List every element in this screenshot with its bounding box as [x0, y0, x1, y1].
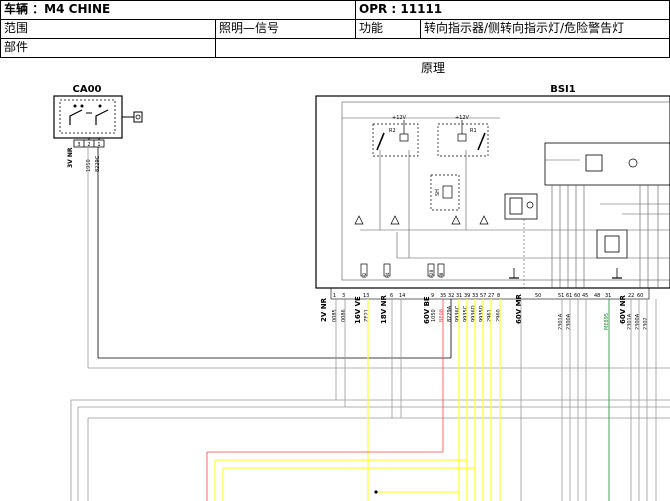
- pin-label: 39: [464, 293, 470, 299]
- wire-label: 2301A: [558, 313, 564, 330]
- ca00-pin: 3: [77, 142, 80, 148]
- connector-name: 2V NR: [320, 297, 328, 322]
- wire-label: 2300A: [635, 313, 641, 330]
- key-icon: [122, 111, 143, 123]
- bsi1-label: BSI1: [550, 84, 576, 95]
- pin-label: 8: [497, 293, 500, 299]
- wire-label: 8229A: [447, 305, 453, 322]
- pin-label: 48: [594, 293, 600, 299]
- pin-label: 31: [605, 293, 611, 299]
- wire-label: 2302: [643, 317, 649, 330]
- pin-label: 51: [558, 293, 564, 299]
- wire-label: 2961: [487, 309, 493, 322]
- fuse-sh-label: SH: [435, 189, 441, 196]
- wire-label: 0085: [332, 309, 338, 322]
- pin-label: 60: [574, 293, 580, 299]
- wire-label: BE08: [439, 309, 445, 322]
- pin-label: 57: [480, 293, 486, 299]
- wire-label: 9935C: [463, 305, 469, 322]
- wire-label: 2301A: [627, 313, 633, 330]
- pin-label: 14: [399, 293, 405, 299]
- pin-label: 6: [390, 293, 393, 299]
- fuse-f28-label: F28: [429, 270, 435, 278]
- pin-label: 1: [333, 293, 336, 299]
- pin-label: 3: [342, 293, 345, 299]
- wire-label: ZE21: [364, 309, 370, 322]
- connector-name: 60V BE: [423, 296, 431, 324]
- pin-label: 13: [363, 293, 369, 299]
- wire-label: 2300A: [566, 313, 572, 330]
- fuse-f8-label: F8: [439, 272, 445, 278]
- wire-label: 0086: [341, 309, 347, 322]
- ca00-wire-label: 1950: [86, 159, 92, 172]
- ca00-switch: 3 2 1: [53, 95, 143, 148]
- ca00-label: CA00: [73, 84, 102, 95]
- relay-r1-label: R1: [470, 128, 477, 134]
- fuse-f4-label: F4: [385, 272, 391, 278]
- connector-name: 60V MR: [515, 293, 523, 324]
- pin-label: 35: [440, 293, 446, 299]
- relay-r2-label: R2: [389, 128, 396, 134]
- wire-label: 9936D: [471, 305, 477, 322]
- pin-label: 22: [628, 293, 634, 299]
- external-wires: [70, 147, 670, 501]
- pin-label: 45: [582, 293, 588, 299]
- pin-label: 61: [566, 293, 572, 299]
- pin-label: 50: [535, 293, 541, 299]
- pin-label: 9: [431, 293, 434, 299]
- bsi1-box: +12V R2 +12V R1 SH F2 F4 F28 F8: [315, 95, 670, 289]
- pin-label: 27: [488, 293, 494, 299]
- wire-label: 9935D: [479, 305, 485, 322]
- connector-name: 18V NR: [380, 295, 388, 324]
- pin-label: 32: [448, 293, 454, 299]
- pin-label: 33: [472, 293, 478, 299]
- ca00-connector-name: 3V NR: [67, 147, 74, 168]
- wiring-diagram: 原理 CA00 BSI1 3 2 1 3V NR 1950 8229C +12V…: [53, 61, 670, 501]
- section-title: 原理: [421, 61, 445, 75]
- wire-label: 9936C: [455, 305, 461, 322]
- connector-name: 16V VE: [354, 296, 362, 324]
- pin-label: 60: [637, 293, 643, 299]
- connector-name: 60V NR: [619, 295, 627, 324]
- wire-label: 2960: [496, 309, 502, 322]
- wire-label: 1050: [431, 309, 437, 322]
- fuse-f2-label: F2: [362, 272, 368, 278]
- pin-label: 31: [456, 293, 462, 299]
